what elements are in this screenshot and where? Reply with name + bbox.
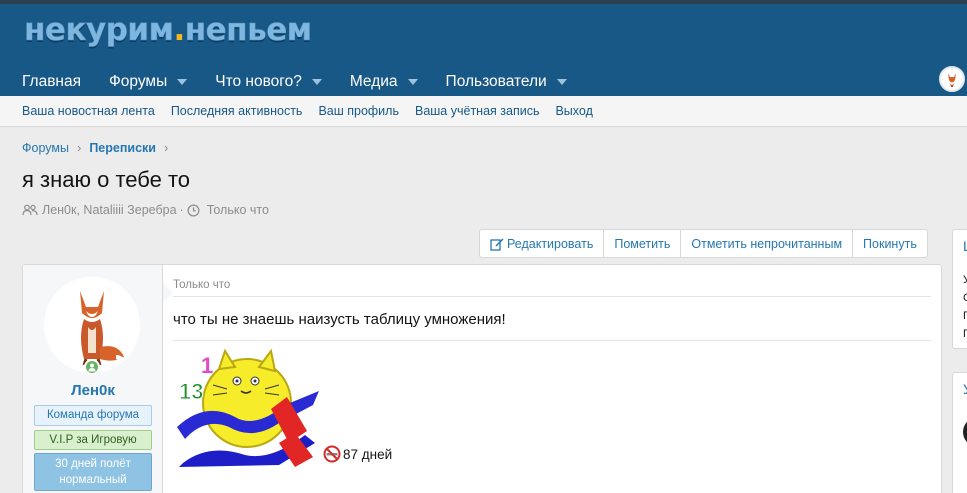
nav-home[interactable]: Главная [22, 73, 81, 91]
message-user-cell: Лен0к Команда форума V.I.P за Игровую 30… [23, 265, 163, 493]
message-user-arrow [163, 283, 173, 303]
signature-image: 1 13 [175, 343, 323, 469]
sidebar-line: П [963, 328, 967, 340]
subnav-latest-activity[interactable]: Последняя активность [171, 104, 303, 118]
chevron-right-icon: › [76, 140, 82, 155]
account-subnav: Ваша новостная лента Последняя активност… [0, 96, 967, 127]
participants-icon [22, 204, 38, 216]
sidebar-line: П [963, 310, 967, 322]
chevron-down-icon[interactable] [177, 79, 188, 85]
sidebar-line: С [963, 292, 967, 304]
signature-days-counter: 87 дней [323, 445, 392, 463]
mark-button[interactable]: Пометить [604, 230, 682, 257]
breadcrumb: Форумы › Переписки › [22, 140, 176, 155]
thread-actions: Редактировать Пометить Отметить непрочит… [479, 229, 928, 258]
leave-button-label: Покинуть [863, 236, 917, 251]
mark-unread-button[interactable]: Отметить непрочитанным [681, 230, 854, 257]
thread-time[interactable]: Только что [207, 203, 269, 217]
breadcrumb-forums[interactable]: Форумы [22, 141, 69, 155]
nav-whats-new[interactable]: Что нового? [215, 73, 322, 91]
conversation-message: Лен0к Команда форума V.I.P за Игровую 30… [22, 264, 942, 493]
divider [173, 296, 931, 297]
meta-separator: · [179, 203, 184, 217]
logo-dot: . [173, 12, 185, 48]
chevron-down-icon[interactable] [556, 79, 567, 85]
mark-unread-button-label: Отметить непрочитанным [691, 236, 843, 251]
logo-text-main: некурим [24, 12, 174, 49]
nav-members[interactable]: Пользователи [446, 73, 567, 91]
leave-button[interactable]: Покинуть [853, 230, 927, 257]
fox-avatar-icon [941, 68, 963, 90]
thread-meta: Лен0к, Nataliiii Зеребра · Только что [22, 203, 269, 217]
participant-avatar[interactable] [963, 419, 967, 445]
sig-number-13: 13 [179, 379, 203, 404]
user-banner-vip: V.I.P за Игровую [34, 430, 152, 450]
edit-icon [490, 238, 504, 251]
chevron-right-icon: › [163, 140, 169, 155]
breadcrumb-conversations[interactable]: Переписки [89, 141, 156, 155]
sidebar-block-participants: У [952, 372, 967, 493]
sidebar-block-top-title[interactable]: Ц [963, 238, 967, 254]
subnav-news-feed[interactable]: Ваша новостная лента [22, 104, 155, 118]
nav-media[interactable]: Медиа [350, 73, 418, 91]
main-nav: Главная Форумы Что нового? Медиа Пользов… [22, 66, 595, 98]
logo-text-tail: непьем [184, 12, 312, 49]
signature-days-text: 87 дней [343, 446, 393, 462]
nav-media-label: Медиа [349, 73, 398, 90]
sidebar-block-participants-title[interactable]: У [963, 381, 967, 397]
message-body: что ты не знаешь наизусть таблицу умноже… [173, 311, 506, 328]
online-status-icon [84, 359, 100, 375]
nav-members-label: Пользователи [445, 73, 547, 90]
sig-number-1: 1 [201, 353, 213, 378]
clock-icon [187, 203, 200, 217]
chevron-down-icon[interactable] [311, 79, 322, 85]
subnav-logout[interactable]: Выход [555, 104, 592, 118]
sidebar-line: У [963, 274, 967, 286]
user-banner-30-days: 30 дней полёт нормальный [34, 453, 152, 491]
site-logo[interactable]: некурим.непьем [24, 12, 313, 49]
user-banner-team: Команда форума [34, 405, 152, 426]
user-icon [88, 363, 96, 372]
chevron-down-icon[interactable] [407, 79, 418, 85]
edit-button-label: Редактировать [507, 236, 594, 251]
mark-button-label: Пометить [614, 236, 671, 251]
no-smoking-icon [323, 445, 341, 463]
message-date[interactable]: Только что [173, 279, 230, 291]
sidebar-block-top: Ц У С П П [952, 229, 967, 349]
thread-participants[interactable]: Лен0к, Nataliiii Зеребра [42, 203, 177, 217]
account-avatar[interactable] [939, 66, 965, 92]
nav-forums-label: Форумы [109, 73, 168, 90]
message-username[interactable]: Лен0к [23, 382, 163, 399]
subnav-profile[interactable]: Ваш профиль [318, 104, 399, 118]
no-smoking-cat-image: 1 13 [175, 343, 323, 469]
subnav-account[interactable]: Ваша учётная запись [415, 104, 539, 118]
nav-home-label: Главная [22, 73, 81, 90]
signature-divider [173, 340, 931, 341]
nav-forums[interactable]: Форумы [109, 73, 188, 91]
site-header: некурим.непьем Главная Форумы Что нового… [0, 0, 967, 96]
nav-whats-new-label: Что нового? [215, 73, 302, 90]
page-title: я знаю о тебе то [22, 167, 191, 192]
edit-button[interactable]: Редактировать [480, 230, 605, 257]
